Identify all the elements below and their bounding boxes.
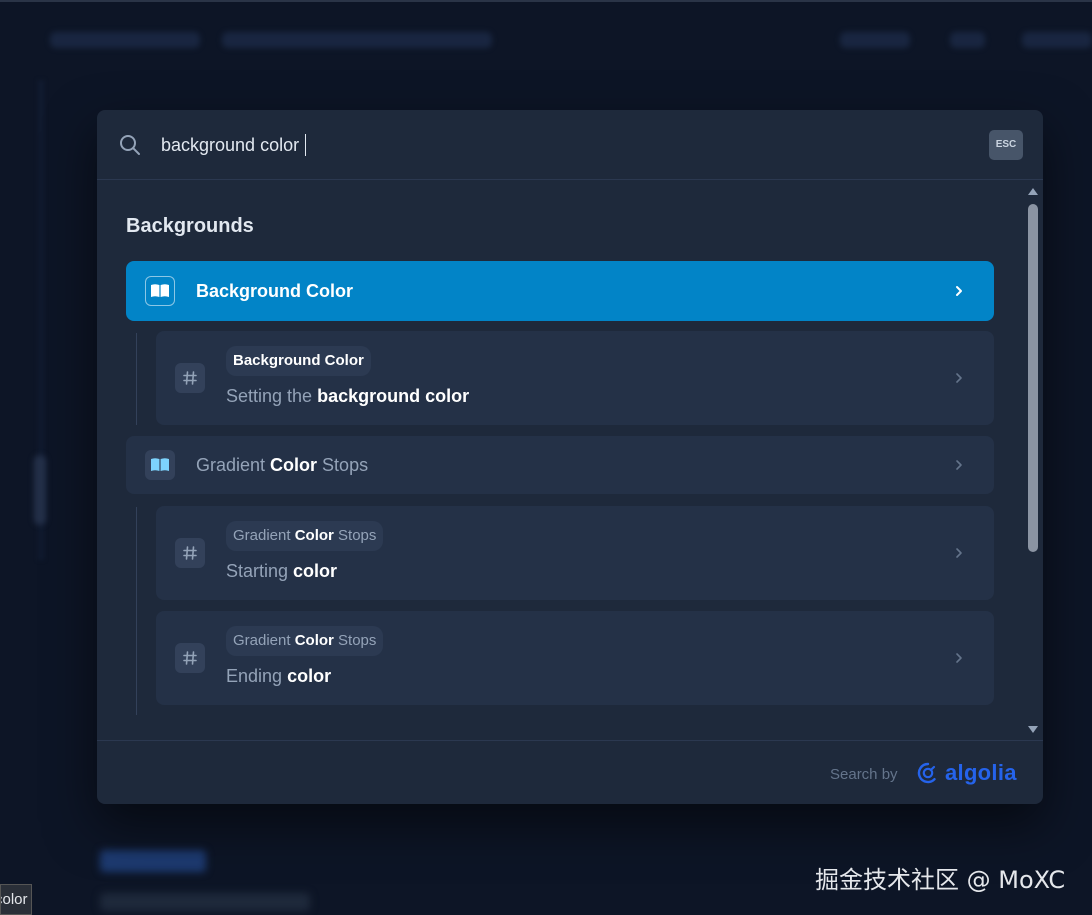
search-footer: Search by algolia bbox=[97, 740, 1043, 804]
tooltip: color bbox=[0, 884, 32, 915]
chevron-right-icon bbox=[956, 548, 962, 558]
section-title: Backgrounds bbox=[126, 215, 254, 237]
background-sidebar-scroll bbox=[34, 455, 46, 525]
algolia-brand-label: algolia bbox=[945, 760, 1017, 785]
search-input[interactable] bbox=[161, 130, 961, 160]
result-subtitle: Ending color bbox=[226, 666, 332, 686]
result-background-color[interactable]: Background Color bbox=[126, 261, 994, 321]
tree-line bbox=[136, 333, 137, 425]
chevron-right-icon bbox=[956, 653, 962, 663]
chevron-right-icon bbox=[956, 460, 962, 470]
result-subtitle: Starting color bbox=[226, 561, 338, 581]
result-breadcrumb: Gradient Color Stops bbox=[226, 626, 384, 656]
result-ending-color[interactable]: Gradient Color Stops Ending color bbox=[156, 611, 994, 705]
background-heading bbox=[100, 850, 206, 872]
tree-line bbox=[136, 507, 137, 715]
result-title: Background Color bbox=[196, 281, 354, 301]
book-icon bbox=[145, 276, 175, 306]
result-subtitle: Setting the background color bbox=[226, 386, 470, 406]
result-gradient-color-stops[interactable]: Gradient Color Stops bbox=[126, 436, 994, 494]
search-by-label: Search by bbox=[830, 766, 898, 783]
results-scrollbar[interactable] bbox=[1023, 188, 1043, 740]
result-starting-color[interactable]: Gradient Color Stops Starting color bbox=[156, 506, 994, 600]
search-results: Backgrounds Background Color Background … bbox=[97, 181, 1043, 739]
scrollbar-thumb[interactable] bbox=[1028, 204, 1038, 552]
search-bar: ESC bbox=[97, 110, 1043, 180]
search-modal: ESC Backgrounds Background Color Backgro… bbox=[97, 110, 1043, 804]
result-title: Gradient Color Stops bbox=[196, 455, 369, 475]
result-breadcrumb: Background Color bbox=[226, 346, 371, 376]
background-text bbox=[100, 893, 310, 911]
background-navbar bbox=[0, 0, 1092, 78]
scroll-down-arrow-icon[interactable] bbox=[1028, 726, 1038, 733]
hash-icon bbox=[175, 363, 205, 393]
algolia-logo-link[interactable]: algolia bbox=[917, 758, 1017, 788]
esc-button[interactable]: ESC bbox=[989, 130, 1023, 160]
result-setting-background-color[interactable]: Background Color Setting the background … bbox=[156, 331, 994, 425]
chevron-right-icon bbox=[956, 286, 962, 296]
book-icon bbox=[145, 450, 175, 480]
search-icon bbox=[120, 135, 140, 155]
chevron-right-icon bbox=[956, 373, 962, 383]
algolia-icon bbox=[917, 762, 936, 784]
watermark: 掘金技术社区 @ MoXC bbox=[815, 866, 1066, 894]
scroll-up-arrow-icon[interactable] bbox=[1028, 188, 1038, 195]
hash-icon bbox=[175, 643, 205, 673]
text-caret bbox=[305, 134, 306, 156]
hash-icon bbox=[175, 538, 205, 568]
result-breadcrumb: Gradient Color Stops bbox=[226, 521, 384, 551]
